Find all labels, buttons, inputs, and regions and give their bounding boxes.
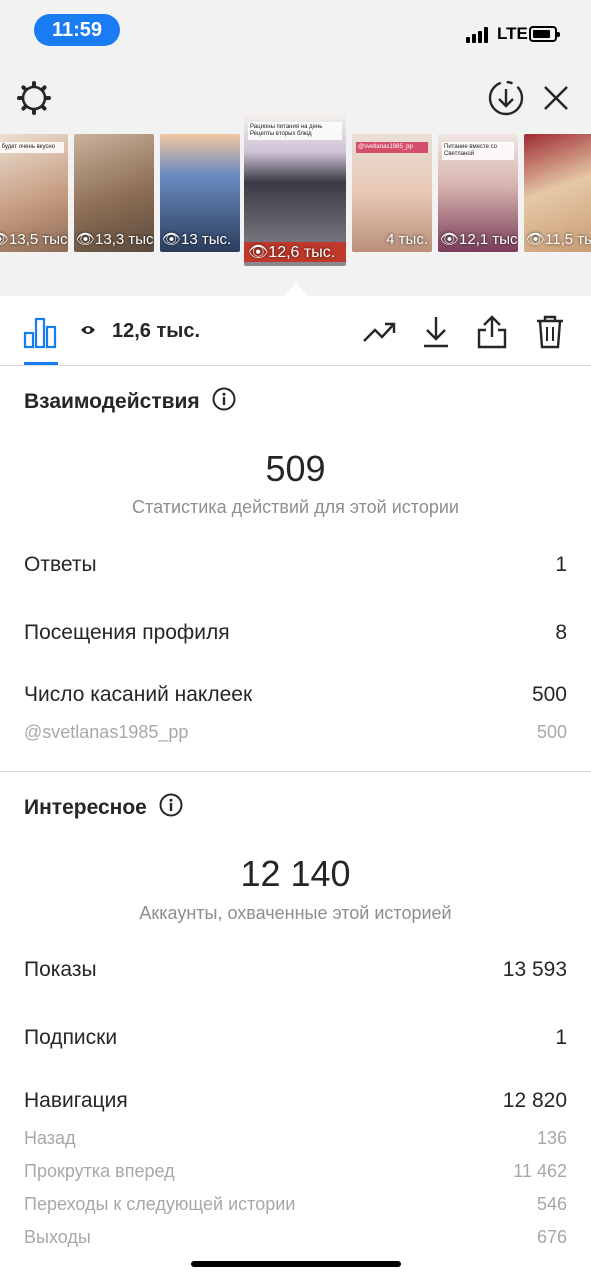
story-thumbnail[interactable]: то будет очень вкусно 👁13,5 тыс. [0,134,68,252]
stat-value: 11 462 [513,1161,567,1181]
thumbnail-views: 👁13,3 тыс. [76,231,154,248]
thumbnail-caption: Рационы питания на день Рецепты вторых б… [248,122,342,141]
close-icon[interactable] [536,78,576,118]
stat-value: 12 820 [502,1089,567,1112]
stat-label: Переходы к следующей истории [24,1194,296,1214]
stat-value: 13 593 [502,958,567,981]
story-thumbnail-selected[interactable]: Рационы питания на день Рецепты вторых б… [244,114,346,266]
interactions-title-text: Взаимодействия [24,390,200,413]
story-thumbnail[interactable]: Питание вместе со Светланой 👁12,1 тыс. [438,134,518,252]
stat-label: Назад [24,1128,76,1148]
story-thumbnail[interactable]: 👁13,3 тыс. [74,134,154,252]
stat-value: 1 [555,553,567,576]
stat-label: Выходы [24,1227,91,1247]
gear-icon[interactable] [14,78,54,118]
stat-row-profile-visits: Посещения профиля 8 [24,621,567,645]
eye-icon [80,320,96,343]
story-thumbnails: то будет очень вкусно 👁13,5 тыс. 👁13,3 т… [0,114,591,270]
stat-row-sticker-taps: Число касаний наклеек 500 [24,683,567,707]
stat-label: Прокрутка вперед [24,1161,175,1181]
trash-icon[interactable] [530,312,570,352]
stat-value: 8 [555,621,567,644]
stat-value: 676 [536,1227,567,1247]
discovery-total: 12 140 [240,853,351,894]
thumbnail-views: 👁13,5 тыс. [0,231,68,248]
views-count: 12,6 тыс. [112,320,201,342]
thumbnail-caption: то будет очень вкусно [0,142,64,154]
interactions-total: 509 [265,448,326,489]
stat-row-exits: Выходы 676 [24,1227,567,1248]
status-bar: 11:59 LTE [0,0,591,62]
stat-label: Посещения профиля [24,621,230,644]
battery-icon [529,26,560,42]
stat-row-replies: Ответы 1 [24,553,567,577]
stat-row-mention-sticker[interactable]: @svetlanas1985_pp 500 [24,722,567,743]
home-indicator[interactable] [191,1261,401,1267]
bar-chart-icon[interactable] [20,312,60,352]
interactions-title: Взаимодействия [24,387,236,417]
stat-label: Число касаний наклеек [24,683,253,706]
stat-value: 136 [536,1128,567,1148]
story-header: то будет очень вкусно 👁13,5 тыс. 👁13,3 т… [0,62,591,296]
thumbnail-caption: Питание вместе со Светланой [442,142,514,161]
thumbnail-views: 👁11,5 тыс. [526,231,591,248]
thumbnail-views: 👁12,1 тыс. [440,231,518,248]
story-thumbnail[interactable]: 👁11,5 тыс. [524,134,591,252]
active-tab-indicator [24,362,58,365]
interactions-subtitle: Статистика действий для этой истории [132,497,459,517]
stat-row-forward: Прокрутка вперед 11 462 [24,1161,567,1182]
stat-row-navigation: Навигация 12 820 [24,1089,567,1113]
stat-row-back: Назад 136 [24,1128,567,1149]
info-icon[interactable] [159,793,183,823]
stat-value: 500 [531,683,567,706]
share-icon[interactable] [472,312,512,352]
network-type: LTE [497,24,528,43]
thumbnail-caption: @svetlanas1985_pp [356,142,428,154]
stat-value: 500 [536,722,567,742]
stat-value: 546 [536,1194,567,1214]
thumbnail-views: 👁12,6 тыс. [244,242,346,262]
stat-row-next-story: Переходы к следующей истории 546 [24,1194,567,1215]
download-icon[interactable] [416,312,456,352]
thumbnail-views: 👁13 тыс. [162,231,232,248]
story-thumbnail[interactable]: @svetlanas1985_pp 4 тыс. [352,134,432,252]
stat-row-impressions: Показы 13 593 [24,958,567,982]
info-icon[interactable] [212,387,236,417]
discovery-title: Интересное [24,793,183,823]
thumbnail-views: 4 тыс. [386,231,428,248]
download-circle-icon[interactable] [486,78,526,118]
discovery-subtitle: Аккаунты, охваченные этой историей [139,903,452,923]
story-thumbnail[interactable]: 👁13 тыс. [160,134,240,252]
stat-label: Ответы [24,553,97,576]
stat-label: Подписки [24,1026,118,1049]
stat-value: 1 [555,1026,567,1049]
stat-label: Навигация [24,1089,128,1112]
status-time[interactable]: 11:59 [34,14,120,46]
cellular-signal-icon [466,25,494,43]
stat-label: @svetlanas1985_pp [24,722,189,742]
story-toolbar: 12,6 тыс. [0,296,591,366]
selection-pointer [284,283,308,296]
trending-up-icon[interactable] [360,312,400,352]
stat-row-follows: Подписки 1 [24,1026,567,1050]
discovery-title-text: Интересное [24,796,147,819]
section-divider [0,771,591,772]
stat-label: Показы [24,958,97,981]
views-counter[interactable]: 12,6 тыс. [80,320,200,343]
